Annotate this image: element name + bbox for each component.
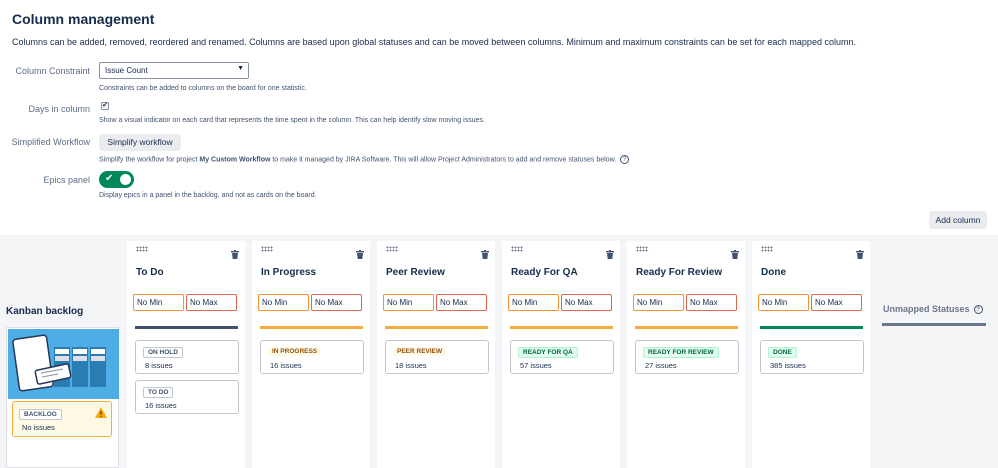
column-name[interactable]: Ready For QA <box>511 267 578 278</box>
board-column[interactable]: To Do No Min No Max ON HOLD 8 issues TO DO 16 … <box>127 241 245 468</box>
status-card[interactable]: DONE 385 issues <box>760 340 864 374</box>
drag-handle-icon[interactable] <box>761 246 773 252</box>
simplified-workflow-label: Simplified Workflow <box>11 137 90 147</box>
board-column[interactable]: Ready For Review No Min No Max READY FOR RE… <box>627 241 745 468</box>
issue-count: No issues <box>22 423 55 432</box>
backlog-card[interactable]: BACKLOG No issues ! <box>12 401 112 437</box>
column-name[interactable]: Peer Review <box>386 267 445 278</box>
unmapped-statuses-bar <box>882 323 986 326</box>
trash-icon[interactable] <box>231 246 239 259</box>
column-constraint-value: Issue Count <box>105 66 148 75</box>
issue-count: 27 issues <box>645 361 677 370</box>
status-card[interactable]: READY FOR QA 57 issues <box>510 340 614 374</box>
status-card[interactable]: ON HOLD 8 issues <box>135 340 239 374</box>
max-constraint-input[interactable]: No Max <box>311 294 362 311</box>
board-column[interactable]: Done No Min No Max DONE 385 issues <box>752 241 870 468</box>
status-lozenge: BACKLOG <box>19 409 62 420</box>
simplified-workflow-help: Simplify the workflow for project My Cus… <box>99 155 630 164</box>
min-constraint-input[interactable]: No Min <box>508 294 559 311</box>
help-icon[interactable]: ? <box>620 155 630 164</box>
issue-count: 16 issues <box>145 401 177 410</box>
min-constraint-input[interactable]: No Min <box>633 294 684 311</box>
status-card[interactable]: TO DO 16 issues <box>135 380 239 414</box>
add-column-button[interactable]: Add column <box>929 211 987 229</box>
column-name[interactable]: To Do <box>136 267 164 278</box>
issue-count: 18 issues <box>395 361 427 370</box>
status-lozenge: DONE <box>768 347 797 358</box>
status-lozenge: IN PROGRESS <box>268 347 322 356</box>
column-constraint-help: Constraints can be added to columns on t… <box>99 85 307 92</box>
board-column[interactable]: In Progress No Min No Max IN PROGRESS 16 iss… <box>252 241 370 468</box>
unmapped-statuses-title: Unmapped Statuses? <box>883 304 983 315</box>
epics-panel-label: Epics panel <box>43 175 90 185</box>
days-in-column-checkbox[interactable]: ✔ <box>101 102 109 110</box>
column-name[interactable]: In Progress <box>261 267 316 278</box>
drag-handle-icon[interactable] <box>511 246 523 252</box>
issue-count: 57 issues <box>520 361 552 370</box>
status-card[interactable]: IN PROGRESS 16 issues <box>260 340 364 374</box>
trash-icon[interactable] <box>356 246 364 259</box>
issue-count: 8 issues <box>145 361 173 370</box>
status-lozenge: PEER REVIEW <box>393 347 447 356</box>
trash-icon[interactable] <box>731 246 739 259</box>
column-name[interactable]: Ready For Review <box>636 267 722 278</box>
trash-icon[interactable] <box>606 246 614 259</box>
kanban-backlog-title: Kanban backlog <box>6 306 84 317</box>
column-status-bar <box>760 326 863 329</box>
max-constraint-input[interactable]: No Max <box>561 294 612 311</box>
column-constraint-select[interactable]: Issue Count ▼ <box>99 62 249 79</box>
status-card[interactable]: PEER REVIEW 18 issues <box>385 340 489 374</box>
min-constraint-input[interactable]: No Min <box>758 294 809 311</box>
trash-icon[interactable] <box>481 246 489 259</box>
column-status-bar <box>635 326 738 329</box>
status-lozenge: READY FOR QA <box>518 347 578 358</box>
trash-icon[interactable] <box>856 246 864 259</box>
kanban-backlog-column: BACKLOG No issues ! <box>6 327 119 468</box>
drag-handle-icon[interactable] <box>386 246 398 252</box>
drag-handle-icon[interactable] <box>261 246 273 252</box>
backlog-illustration <box>8 329 119 399</box>
status-lozenge: TO DO <box>143 387 174 398</box>
toggle-knob <box>120 174 131 185</box>
simplified-workflow-help-prefix: Simplify the workflow for project <box>99 156 200 164</box>
status-lozenge: READY FOR REVIEW <box>643 347 719 358</box>
column-status-bar <box>135 326 238 329</box>
drag-handle-icon[interactable] <box>636 246 648 252</box>
column-name[interactable]: Done <box>761 267 786 278</box>
drag-handle-icon[interactable] <box>136 246 148 252</box>
page-title: Column management <box>12 11 155 27</box>
page-description: Columns can be added, removed, reordered… <box>12 37 856 47</box>
help-icon[interactable]: ? <box>973 305 983 315</box>
status-card[interactable]: READY FOR REVIEW 27 issues <box>635 340 739 374</box>
board-column[interactable]: Ready For QA No Min No Max READY FOR QA 57 i… <box>502 241 620 468</box>
chevron-down-icon: ▼ <box>237 65 244 72</box>
unmapped-statuses-label: Unmapped Statuses <box>883 304 970 314</box>
column-status-bar <box>260 326 363 329</box>
status-lozenge: ON HOLD <box>143 347 183 358</box>
warning-glyph: ! <box>100 410 103 418</box>
simplify-workflow-button[interactable]: Simplify workflow <box>99 134 181 151</box>
board-column[interactable]: Peer Review No Min No Max PEER REVIEW 18 iss… <box>377 241 495 468</box>
column-constraint-label: Column Constraint <box>15 66 90 76</box>
max-constraint-input[interactable]: No Max <box>811 294 862 311</box>
simplified-workflow-help-suffix: to make it managed by JIRA Software. Thi… <box>270 156 617 164</box>
min-constraint-input[interactable]: No Min <box>133 294 184 311</box>
min-constraint-input[interactable]: No Min <box>258 294 309 311</box>
issue-count: 385 issues <box>770 361 806 370</box>
days-in-column-label: Days in column <box>28 104 90 114</box>
min-constraint-input[interactable]: No Min <box>383 294 434 311</box>
checkmark-icon: ✔ <box>105 173 114 184</box>
column-status-bar <box>385 326 488 329</box>
issue-count: 16 issues <box>270 361 302 370</box>
days-in-column-help: Show a visual indicator on each card tha… <box>99 117 485 124</box>
epics-panel-help: Display epics in a panel in the backlog,… <box>99 192 317 199</box>
epics-panel-toggle[interactable]: ✔ <box>99 171 134 188</box>
project-name: My Custom Workflow <box>199 156 271 164</box>
max-constraint-input[interactable]: No Max <box>436 294 487 311</box>
max-constraint-input[interactable]: No Max <box>686 294 737 311</box>
max-constraint-input[interactable]: No Max <box>186 294 237 311</box>
warning-icon: ! <box>95 405 107 419</box>
column-status-bar <box>510 326 613 329</box>
